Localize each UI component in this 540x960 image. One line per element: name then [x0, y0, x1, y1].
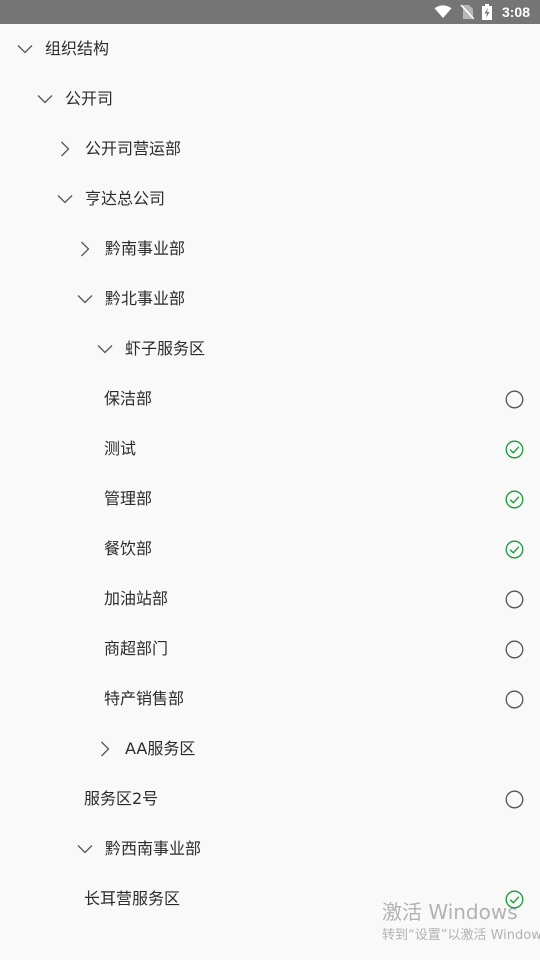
- tree-row[interactable]: 组织结构: [0, 24, 540, 74]
- tree-row[interactable]: 管理部: [0, 474, 540, 524]
- battery-charging-icon: [481, 4, 500, 20]
- tree-row[interactable]: 公开司: [0, 74, 540, 124]
- tree-row[interactable]: 黔西南事业部: [0, 824, 540, 874]
- chevron-down-icon[interactable]: [57, 191, 73, 207]
- tree-row[interactable]: 公开司营运部: [0, 124, 540, 174]
- tree-node-label: 黔南事业部: [105, 239, 186, 258]
- tree-row[interactable]: 餐饮部: [0, 524, 540, 574]
- tree-node-label: 黔北事业部: [105, 289, 186, 308]
- tree-node-label: 加油站部: [104, 589, 169, 608]
- tree-node-label: 长耳营服务区: [84, 889, 181, 908]
- tree-node-label: 公开司营运部: [85, 139, 182, 158]
- status-time: 3:08: [501, 4, 530, 20]
- chevron-down-icon[interactable]: [77, 291, 93, 307]
- radio-checked-icon[interactable]: [505, 490, 524, 509]
- tree-node-label: 管理部: [104, 489, 153, 508]
- radio-checked-icon[interactable]: [505, 540, 524, 559]
- tree-row[interactable]: 商超部门: [0, 624, 540, 674]
- radio-checked-icon[interactable]: [505, 890, 524, 909]
- tree-node-label: 黔西南事业部: [105, 839, 202, 858]
- radio-unchecked-icon[interactable]: [505, 590, 524, 609]
- tree-node-label: 特产销售部: [104, 689, 185, 708]
- organization-tree: 组织结构公开司公开司营运部 亨达总公司黔南事业部黔北事业部虾子服务区保洁部测试管理…: [0, 24, 540, 924]
- radio-checked-icon[interactable]: [505, 440, 524, 459]
- status-icons: 3:08: [434, 0, 530, 24]
- chevron-down-icon[interactable]: [17, 41, 33, 57]
- chevron-down-icon[interactable]: [77, 841, 93, 857]
- tree-node-label: AA服务区: [125, 739, 196, 758]
- chevron-right-icon[interactable]: [57, 141, 73, 157]
- chevron-down-icon[interactable]: [37, 91, 53, 107]
- tree-row[interactable]: 保洁部: [0, 374, 540, 424]
- tree-row[interactable]: 服务区2号: [0, 774, 540, 824]
- tree-row[interactable]: 长耳营服务区: [0, 874, 540, 924]
- radio-unchecked-icon[interactable]: [505, 790, 524, 809]
- tree-node-label: 商超部门: [104, 639, 169, 658]
- tree-node-label: 公开司: [65, 89, 114, 108]
- tree-row[interactable]: 黔北事业部: [0, 274, 540, 324]
- chevron-right-icon[interactable]: [97, 741, 113, 757]
- chevron-down-icon[interactable]: [97, 341, 113, 357]
- radio-unchecked-icon[interactable]: [505, 390, 524, 409]
- radio-unchecked-icon[interactable]: [505, 690, 524, 709]
- tree-node-label: 组织结构: [45, 39, 110, 58]
- tree-row[interactable]: 特产销售部: [0, 674, 540, 724]
- watermark-subtitle: 转到“设置”以激活 Windows。: [382, 928, 540, 943]
- tree-row[interactable]: 测试: [0, 424, 540, 474]
- tree-node-label: 测试: [104, 439, 137, 458]
- tree-node-label: 亨达总公司: [85, 189, 166, 208]
- wifi-icon: [434, 5, 460, 19]
- no-sim-icon: [460, 4, 482, 20]
- tree-row[interactable]: 加油站部: [0, 574, 540, 624]
- tree-row[interactable]: 虾子服务区: [0, 324, 540, 374]
- tree-row[interactable]: 黔南事业部: [0, 224, 540, 274]
- tree-node-label: 服务区2号: [84, 789, 159, 808]
- status-bar: 3:08: [0, 0, 540, 24]
- tree-node-label: 虾子服务区: [125, 339, 206, 358]
- tree-row[interactable]: 亨达总公司: [0, 174, 540, 224]
- tree-node-label: 保洁部: [104, 389, 153, 408]
- radio-unchecked-icon[interactable]: [505, 640, 524, 659]
- tree-node-label: 餐饮部: [104, 539, 153, 558]
- chevron-right-icon[interactable]: [77, 241, 93, 257]
- tree-row[interactable]: AA服务区: [0, 724, 540, 774]
